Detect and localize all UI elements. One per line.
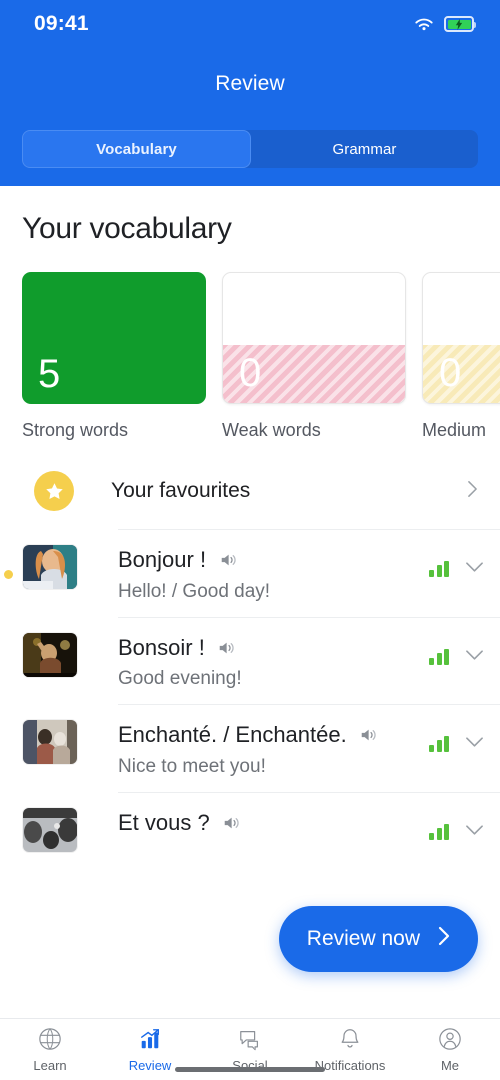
speaker-icon[interactable] (220, 552, 239, 573)
word-actions (429, 719, 484, 753)
word-thumbnail (22, 631, 78, 678)
word-title: Bonsoir ! (118, 634, 205, 660)
status-bar-clock: 09:41 (34, 12, 89, 35)
word-actions (429, 807, 484, 841)
word-translation: Good evening! (118, 668, 242, 689)
chevron-down-icon[interactable] (465, 823, 484, 841)
vocabulary-stats-row: 5 Strong words 0 Weak words 0 Medium (0, 246, 500, 441)
page-title: Review (215, 72, 285, 95)
word-translation: Hello! / Good day! (118, 580, 271, 602)
star-icon (34, 471, 74, 511)
tab-vocabulary[interactable]: Vocabulary (22, 130, 251, 168)
word-thumbnail (22, 806, 78, 853)
segmented-control: Vocabulary Grammar (22, 130, 478, 168)
chevron-down-icon[interactable] (465, 735, 484, 753)
nav-label: Me (440, 1057, 460, 1073)
chat-bubbles-icon (238, 1027, 262, 1054)
speaker-icon[interactable] (218, 640, 237, 661)
your-favourites-label: Your favourites (111, 479, 251, 502)
chevron-down-icon[interactable] (465, 648, 484, 666)
list-item[interactable]: Bonsoir ! Good evening! (22, 616, 500, 705)
word-title: Enchanté. / Enchantée. (118, 722, 347, 747)
battery-charging-icon (444, 16, 476, 32)
bar-chart-icon (138, 1027, 162, 1054)
nav-item-learn[interactable]: Learn (0, 1019, 100, 1080)
wifi-icon (413, 16, 435, 33)
globe-icon (38, 1027, 62, 1054)
stat-label: Medium (422, 420, 487, 440)
home-indicator (175, 1067, 325, 1072)
section-title: Your vocabulary (22, 212, 232, 245)
nav-label: Notifications (314, 1057, 386, 1073)
favourite-dot-icon (4, 570, 13, 579)
signal-bars-icon (429, 648, 449, 665)
word-actions (429, 544, 484, 578)
review-now-button[interactable]: Review now (278, 906, 478, 972)
stat-value: 5 (38, 352, 61, 396)
speaker-icon[interactable] (360, 727, 379, 748)
stat-card-strong-words[interactable]: 5 Strong words (22, 272, 206, 441)
word-title: Et vous ? (118, 809, 210, 835)
signal-bars-icon (429, 823, 449, 840)
nav-label: Review (128, 1057, 172, 1073)
word-text-block: Enchanté. / Enchantée. Nice to meet you! (118, 719, 429, 778)
review-now-label: Review now (306, 927, 420, 950)
chevron-down-icon[interactable] (465, 560, 484, 578)
stat-card-weak-words[interactable]: 0 Weak words (222, 272, 406, 441)
person-circle-icon (438, 1027, 462, 1054)
word-text-block: Bonsoir ! Good evening! (118, 632, 429, 691)
list-item[interactable]: Bonjour ! Hello! / Good day! (4, 529, 500, 617)
stat-label: Weak words (222, 420, 321, 440)
word-text-block: Bonjour ! Hello! / Good day! (118, 544, 429, 603)
nav-item-me[interactable]: Me (400, 1019, 500, 1080)
signal-bars-icon (429, 561, 449, 577)
list-item[interactable]: Enchanté. / Enchantée. Nice to meet you! (22, 704, 500, 792)
signal-bars-icon (429, 736, 449, 752)
word-thumbnail (22, 544, 78, 590)
status-bar: 09:41 (0, 0, 500, 48)
word-actions (429, 632, 484, 666)
word-title: Bonjour ! (118, 547, 207, 572)
word-text-block: Et vous ? (118, 807, 429, 844)
word-translation: Nice to meet you! (118, 755, 266, 777)
list-item[interactable]: Et vous ? (22, 791, 500, 872)
chevron-right-icon (438, 926, 450, 952)
app-header: 09:41 Review Vocabulary Grammar (0, 0, 500, 186)
stat-value: 0 (439, 351, 462, 395)
chevron-right-icon (467, 480, 478, 503)
speaker-icon[interactable] (223, 815, 242, 836)
your-favourites-row[interactable]: Your favourites (0, 453, 500, 529)
vocabulary-list: Bonjour ! Hello! / Good day! Bonsoir ! G… (0, 529, 500, 872)
stat-card-medium-words[interactable]: 0 Medium (422, 272, 500, 441)
tab-grammar[interactable]: Grammar (251, 130, 478, 168)
stat-value: 0 (239, 351, 262, 395)
word-thumbnail (22, 719, 78, 765)
status-bar-indicators (413, 16, 476, 33)
nav-label: Learn (33, 1057, 67, 1073)
bell-icon (338, 1027, 362, 1054)
main-content: Your vocabulary 5 Strong words 0 Weak wo… (0, 186, 500, 1018)
stat-label: Strong words (22, 420, 129, 440)
